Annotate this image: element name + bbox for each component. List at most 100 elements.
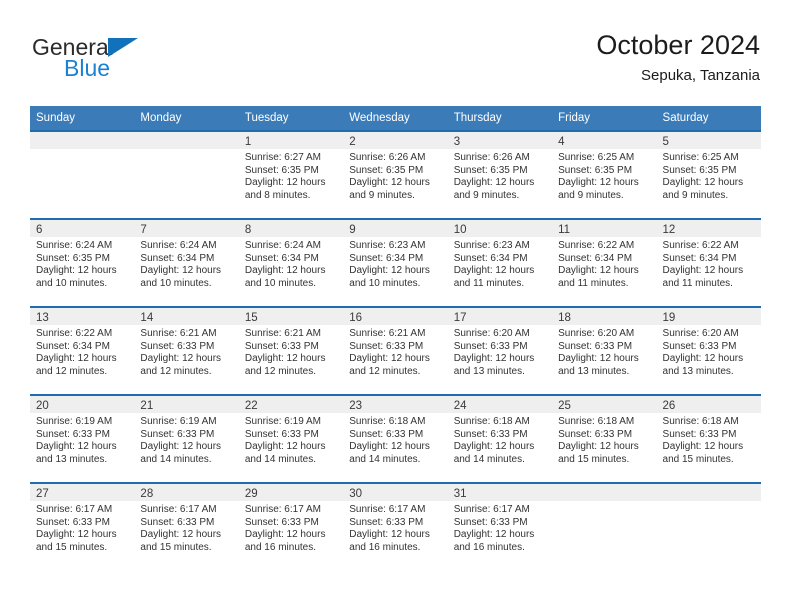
sunset-text: Sunset: 6:33 PM <box>662 340 737 352</box>
sunset-text: Sunset: 6:34 PM <box>453 252 528 264</box>
week-row: 27 Sunrise: 6:17 AM Sunset: 6:33 PM Dayl… <box>30 482 761 574</box>
day-number-band: 7 <box>134 220 239 237</box>
day-cell[interactable]: 23 Sunrise: 6:18 AM Sunset: 6:33 PM Dayl… <box>343 396 448 482</box>
day-details <box>134 149 238 152</box>
sunset-text: Sunset: 6:33 PM <box>453 340 528 352</box>
day-number-band: 28 <box>134 484 239 501</box>
triangle-logo-icon <box>108 38 138 57</box>
day-number: 26 <box>662 400 676 412</box>
sunset-text: Sunset: 6:34 PM <box>662 252 737 264</box>
day-cell[interactable]: 25 Sunrise: 6:18 AM Sunset: 6:33 PM Dayl… <box>552 396 657 482</box>
daylight-text-line2: and 14 minutes. <box>453 453 525 465</box>
daylight-text-line1: Daylight: 12 hours <box>662 265 744 277</box>
day-cell[interactable]: 4 Sunrise: 6:25 AM Sunset: 6:35 PM Dayli… <box>552 132 657 218</box>
day-cell[interactable]: 9 Sunrise: 6:23 AM Sunset: 6:34 PM Dayli… <box>343 220 448 306</box>
day-cell[interactable]: 27 Sunrise: 6:17 AM Sunset: 6:33 PM Dayl… <box>30 484 135 574</box>
day-cell[interactable]: 20 Sunrise: 6:19 AM Sunset: 6:33 PM Dayl… <box>30 396 135 482</box>
daylight-text-line2: and 11 minutes. <box>558 277 629 289</box>
day-cell[interactable]: 2 Sunrise: 6:26 AM Sunset: 6:35 PM Dayli… <box>343 132 448 218</box>
sunset-text: Sunset: 6:33 PM <box>453 516 528 528</box>
weekday-header-monday: Monday <box>140 112 182 124</box>
sunset-text: Sunset: 6:33 PM <box>453 428 528 440</box>
daylight-text-line1: Daylight: 12 hours <box>558 265 639 277</box>
daylight-text-line1: Daylight: 12 hours <box>349 353 430 365</box>
day-cell[interactable]: 16 Sunrise: 6:21 AM Sunset: 6:33 PM Dayl… <box>343 308 448 394</box>
sunset-text: Sunset: 6:33 PM <box>349 340 424 352</box>
daylight-text-line1: Daylight: 12 hours <box>453 441 535 453</box>
sunset-text: Sunset: 6:33 PM <box>244 340 319 352</box>
day-number-band: 29 <box>238 484 344 501</box>
daylight-text-line2: and 9 minutes. <box>558 189 624 201</box>
day-cell[interactable]: 6 Sunrise: 6:24 AM Sunset: 6:35 PM Dayli… <box>30 220 135 306</box>
day-number-band: 1 <box>238 132 344 149</box>
sunset-text: Sunset: 6:33 PM <box>140 340 215 352</box>
day-cell[interactable] <box>552 484 657 574</box>
day-cell[interactable]: 24 Sunrise: 6:18 AM Sunset: 6:33 PM Dayl… <box>447 396 553 482</box>
sunrise-text: Sunrise: 6:20 AM <box>558 328 635 339</box>
day-cell[interactable] <box>134 132 239 218</box>
day-details: Sunrise: 6:25 AM Sunset: 6:35 PM Dayligh… <box>657 149 761 202</box>
day-number-band: 3 <box>447 132 553 149</box>
day-number: 25 <box>558 400 571 412</box>
day-cell[interactable]: 30 Sunrise: 6:17 AM Sunset: 6:33 PM Dayl… <box>343 484 448 574</box>
page-title: October 2024 <box>596 30 760 60</box>
day-cell[interactable]: 15 Sunrise: 6:21 AM Sunset: 6:33 PM Dayl… <box>238 308 344 394</box>
day-number: 20 <box>36 400 49 412</box>
day-cell[interactable]: 14 Sunrise: 6:21 AM Sunset: 6:33 PM Dayl… <box>134 308 239 394</box>
daylight-text-line1: Daylight: 12 hours <box>349 441 430 453</box>
sunrise-text: Sunrise: 6:19 AM <box>140 416 217 427</box>
sunrise-text: Sunrise: 6:22 AM <box>662 240 739 251</box>
day-details: Sunrise: 6:19 AM Sunset: 6:33 PM Dayligh… <box>134 413 238 466</box>
day-number-band: 19 <box>656 308 761 325</box>
daylight-text-line1: Daylight: 12 hours <box>662 441 744 453</box>
day-cell[interactable]: 18 Sunrise: 6:20 AM Sunset: 6:33 PM Dayl… <box>552 308 657 394</box>
sunset-text: Sunset: 6:33 PM <box>36 516 110 528</box>
day-cell[interactable]: 19 Sunrise: 6:20 AM Sunset: 6:33 PM Dayl… <box>656 308 761 394</box>
sunrise-text: Sunrise: 6:17 AM <box>349 504 426 515</box>
sunrise-text: Sunrise: 6:24 AM <box>140 240 217 251</box>
day-cell[interactable]: 21 Sunrise: 6:19 AM Sunset: 6:33 PM Dayl… <box>134 396 239 482</box>
sunrise-text: Sunrise: 6:21 AM <box>244 328 321 339</box>
sunset-text: Sunset: 6:35 PM <box>244 164 319 176</box>
day-cell[interactable]: 17 Sunrise: 6:20 AM Sunset: 6:33 PM Dayl… <box>447 308 553 394</box>
day-cell[interactable]: 11 Sunrise: 6:22 AM Sunset: 6:34 PM Dayl… <box>552 220 657 306</box>
daylight-text-line2: and 12 minutes. <box>36 365 108 377</box>
day-cell[interactable]: 7 Sunrise: 6:24 AM Sunset: 6:34 PM Dayli… <box>134 220 239 306</box>
day-cell[interactable]: 28 Sunrise: 6:17 AM Sunset: 6:33 PM Dayl… <box>134 484 239 574</box>
sunset-text: Sunset: 6:33 PM <box>36 428 110 440</box>
day-cell[interactable]: 31 Sunrise: 6:17 AM Sunset: 6:33 PM Dayl… <box>447 484 553 574</box>
daylight-text-line1: Daylight: 12 hours <box>244 353 326 365</box>
sunrise-text: Sunrise: 6:18 AM <box>453 416 530 427</box>
day-cell[interactable]: 12 Sunrise: 6:22 AM Sunset: 6:34 PM Dayl… <box>656 220 761 306</box>
day-cell[interactable]: 10 Sunrise: 6:23 AM Sunset: 6:34 PM Dayl… <box>447 220 553 306</box>
day-number: 10 <box>453 224 467 236</box>
daylight-text-line2: and 15 minutes. <box>558 453 630 465</box>
daylight-text-line2: and 11 minutes. <box>453 277 525 289</box>
day-number: 16 <box>349 312 363 324</box>
day-cell[interactable]: 13 Sunrise: 6:22 AM Sunset: 6:34 PM Dayl… <box>30 308 135 394</box>
daylight-text-line2: and 11 minutes. <box>662 277 733 289</box>
day-cell[interactable]: 1 Sunrise: 6:27 AM Sunset: 6:35 PM Dayli… <box>238 132 344 218</box>
day-cell[interactable]: 8 Sunrise: 6:24 AM Sunset: 6:34 PM Dayli… <box>238 220 344 306</box>
sunset-text: Sunset: 6:34 PM <box>140 252 215 264</box>
day-cell[interactable]: 29 Sunrise: 6:17 AM Sunset: 6:33 PM Dayl… <box>238 484 344 574</box>
day-number: 21 <box>140 400 154 412</box>
sunset-text: Sunset: 6:33 PM <box>140 516 215 528</box>
day-number: 31 <box>453 488 467 500</box>
daylight-text-line2: and 13 minutes. <box>558 365 630 377</box>
day-number: 8 <box>244 224 252 236</box>
day-cell[interactable] <box>656 484 761 574</box>
sunrise-text: Sunrise: 6:17 AM <box>140 504 217 515</box>
brand-logo[interactable]: General Blue <box>32 34 252 92</box>
sunset-text: Sunset: 6:33 PM <box>244 428 319 440</box>
day-details: Sunrise: 6:21 AM Sunset: 6:33 PM Dayligh… <box>239 325 343 378</box>
day-cell[interactable]: 3 Sunrise: 6:26 AM Sunset: 6:35 PM Dayli… <box>447 132 553 218</box>
daylight-text-line2: and 10 minutes. <box>244 277 317 289</box>
sunset-text: Sunset: 6:33 PM <box>558 340 633 352</box>
day-cell[interactable]: 22 Sunrise: 6:19 AM Sunset: 6:33 PM Dayl… <box>238 396 344 482</box>
day-cell[interactable]: 26 Sunrise: 6:18 AM Sunset: 6:33 PM Dayl… <box>656 396 761 482</box>
daylight-text-line1: Daylight: 12 hours <box>36 441 117 453</box>
day-cell[interactable] <box>30 132 135 218</box>
day-number-band: 8 <box>238 220 344 237</box>
day-cell[interactable]: 5 Sunrise: 6:25 AM Sunset: 6:35 PM Dayli… <box>656 132 761 218</box>
